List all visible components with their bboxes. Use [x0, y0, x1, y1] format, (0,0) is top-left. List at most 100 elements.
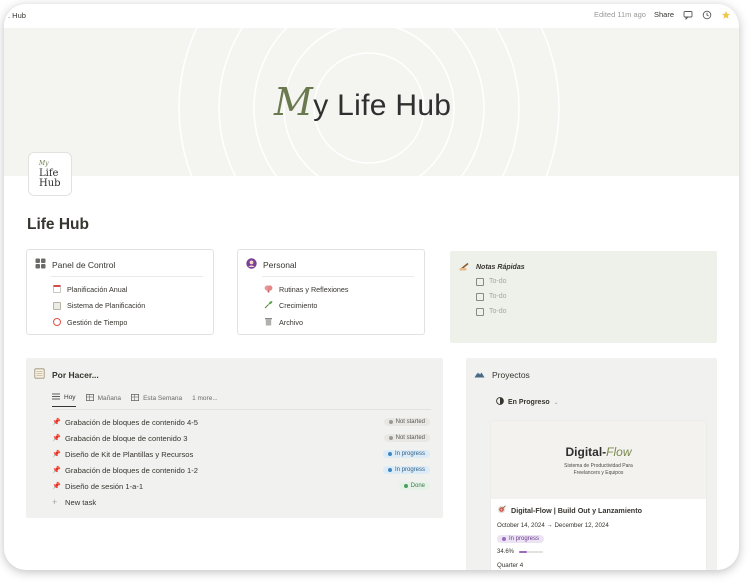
status-label: In progress [394, 451, 425, 457]
progress-text: 34.6% [497, 549, 515, 555]
link-sistema-planificacion[interactable]: Sistema de Planificación [53, 298, 145, 315]
status-label: In progress [509, 536, 540, 542]
quick-notes-title: Notas Rápidas [476, 264, 525, 271]
todo-item[interactable]: To-do [476, 304, 507, 319]
status-dot [388, 420, 393, 424]
link-planificacion-anual[interactable]: Planificación Anual [53, 281, 145, 298]
list-icon [52, 393, 60, 402]
cover-title-initial: M [274, 80, 314, 124]
link-gestion-tiempo[interactable]: Gestión de Tiempo [53, 314, 145, 331]
panel-control-title[interactable]: Panel de Control [52, 260, 115, 270]
project-title[interactable]: Digital-Flow | Build Out y Lanzamiento [497, 505, 642, 516]
status-badge[interactable]: In progress [382, 466, 430, 474]
divider [52, 409, 431, 410]
top-bar-actions: Edited 11m ago Share [594, 9, 731, 20]
task-name[interactable]: Grabación de bloques de contenido 1-2 [65, 466, 383, 475]
panel-control-header: Panel de Control [35, 258, 115, 271]
tab-label: Mañana [97, 394, 122, 402]
sprout-icon [264, 300, 273, 311]
task-row[interactable]: 📌 Grabación de bloque de contenido 3 Not… [52, 430, 430, 446]
share-button[interactable]: Share [654, 10, 674, 19]
personal-title[interactable]: Personal [263, 260, 297, 270]
task-name[interactable]: Diseño de Kit de Plantillas y Recursos [65, 450, 383, 459]
trash-icon [264, 317, 273, 328]
todo-placeholder[interactable]: To-do [489, 293, 507, 300]
proyectos-header: Proyectos [474, 369, 530, 380]
project-cover-subtitle: Sistema de Productividad Para Freelancer… [491, 463, 706, 476]
task-row[interactable]: 📌 Diseño de sesión 1-a-1 Done [52, 478, 430, 494]
notepad-icon [53, 301, 61, 310]
link-rutinas-reflexiones[interactable]: Rutinas y Reflexiones [264, 281, 349, 298]
view-selector[interactable]: En Progreso ⌄ [496, 397, 559, 407]
pushpin-icon: 📌 [52, 467, 61, 474]
tab-more[interactable]: 1 more... [192, 393, 218, 407]
task-row[interactable]: 📌 Diseño de Kit de Plantillas y Recursos… [52, 446, 430, 462]
divider [51, 276, 203, 277]
target-icon [497, 505, 506, 516]
status-label: Not started [395, 435, 425, 441]
task-name[interactable]: Grabación de bloques de contenido 4-5 [65, 418, 384, 427]
status-dot [502, 537, 506, 541]
tab-label: Hoy [64, 394, 76, 401]
proyectos-title[interactable]: Proyectos [492, 370, 530, 380]
page-icon[interactable]: My Life Hub [28, 152, 72, 196]
checkbox[interactable] [476, 292, 484, 301]
view-label: En Progreso [508, 398, 550, 406]
page-icon-line2: Hub [39, 178, 61, 189]
half-circle-icon [496, 397, 504, 407]
calendar-icon [53, 285, 61, 294]
link-archivo[interactable]: Archivo [264, 314, 349, 331]
todo-placeholder[interactable]: To-do [489, 308, 507, 315]
personal-list: Rutinas y Reflexiones Crecimiento Archiv… [264, 281, 349, 331]
status-label: Not started [395, 419, 425, 425]
checkbox[interactable] [476, 277, 484, 286]
tab-manana[interactable]: Mañana [85, 393, 122, 407]
project-status-badge[interactable]: In progress [497, 535, 545, 543]
brain-icon [264, 284, 273, 295]
status-dot [403, 484, 408, 488]
status-badge[interactable]: Not started [383, 434, 430, 442]
task-name[interactable]: Grabación de bloque de contenido 3 [65, 434, 384, 443]
por-hacer-title[interactable]: Por Hacer... [52, 370, 99, 380]
pushpin-icon: 📌 [52, 435, 61, 442]
project-progress: 34.6% [497, 549, 544, 555]
personal-card: Personal Rutinas y Reflexiones Crecimien… [237, 249, 425, 335]
status-badge[interactable]: In progress [382, 450, 430, 458]
quick-notes-callout: Notas Rápidas To-do To-do To-do [450, 251, 717, 343]
history-icon[interactable] [701, 9, 712, 20]
tab-esta-semana[interactable]: Esta Semana [131, 393, 182, 407]
table-icon [85, 393, 94, 403]
personal-header: Personal [246, 258, 297, 271]
view-tabs: Hoy Mañana Esta Semana 1 more... [52, 393, 218, 407]
breadcrumb[interactable]: . Hub [8, 11, 26, 20]
pushpin-icon: 📌 [52, 451, 61, 458]
task-row[interactable]: 📌 Grabación de bloques de contenido 1-2 … [52, 462, 430, 478]
link-label: Sistema de Planificación [67, 301, 146, 311]
status-dot [388, 436, 393, 440]
status-label: Done [410, 483, 425, 489]
link-crecimiento[interactable]: Crecimiento [264, 298, 349, 315]
link-label: Planificación Anual [67, 284, 128, 294]
status-badge[interactable]: Not started [383, 418, 430, 426]
progress-bar [519, 551, 544, 553]
table-icon [131, 393, 140, 403]
todo-item[interactable]: To-do [476, 289, 507, 304]
todo-placeholder[interactable]: To-do [489, 278, 507, 285]
project-card[interactable]: Digital-Flow Sistema de Productividad Pa… [490, 420, 707, 570]
writing-hand-icon [459, 262, 470, 273]
status-badge[interactable]: Done [398, 482, 430, 490]
status-label: In progress [394, 467, 425, 473]
page-title[interactable]: Life Hub [27, 216, 89, 234]
checkbox[interactable] [476, 307, 484, 316]
comments-icon[interactable] [682, 9, 693, 20]
favorite-star-icon[interactable] [720, 9, 731, 20]
task-row[interactable]: 📌 Grabación de bloques de contenido 4-5 … [52, 414, 430, 430]
todo-item[interactable]: To-do [476, 274, 507, 289]
plus-icon: + [52, 497, 58, 507]
new-task-label: New task [65, 497, 97, 507]
task-name[interactable]: Diseño de sesión 1-a-1 [65, 482, 399, 491]
status-dot [387, 452, 392, 456]
new-task-button[interactable]: + New task [52, 494, 430, 510]
project-cover: Digital-Flow Sistema de Productividad Pa… [491, 421, 706, 499]
tab-hoy[interactable]: Hoy [52, 393, 76, 407]
